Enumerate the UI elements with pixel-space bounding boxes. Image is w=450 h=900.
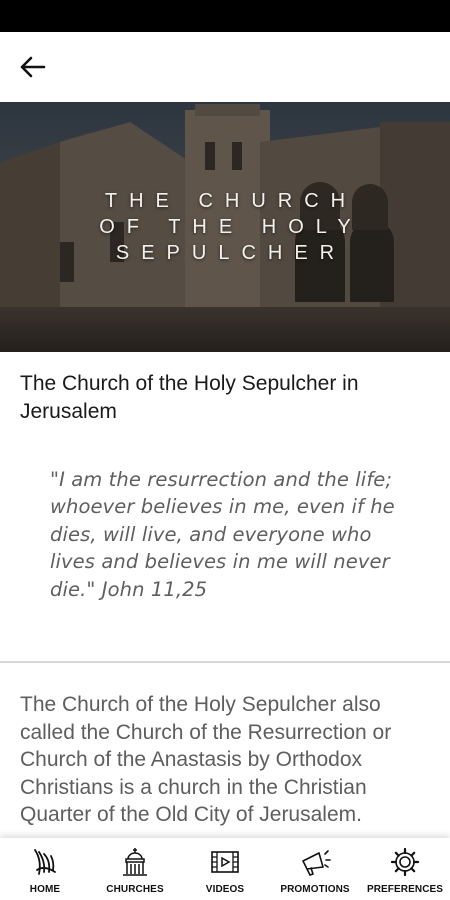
nav-item-preferences[interactable]: PREFERENCES [360,838,450,900]
bible-quote: "I am the resurrection and the life; who… [50,468,395,601]
nav-item-promotions[interactable]: PROMOTIONS [270,838,360,900]
hero-title: THE CHURCH OF THE HOLY SEPULCHER [99,190,363,264]
nav-label-preferences: PREFERENCES [366,884,444,895]
article-body: The Church of the Holy Sepulcher also ca… [20,693,392,827]
back-arrow-icon [20,56,46,78]
nav-label-promotions: PROMOTIONS [280,884,350,895]
divider [0,661,450,663]
page-title: The Church of the Holy Sepulcher in Jeru… [20,372,359,423]
nav-item-churches[interactable]: CHURCHES [90,838,180,900]
article-content[interactable]: The Church of the Holy Sepulcher in Jeru… [0,352,450,838]
video-icon [211,851,239,873]
gear-icon [390,847,420,877]
nav-item-videos[interactable]: VIDEOS [180,838,270,900]
app-bar [0,32,450,102]
home-icon [34,849,56,875]
nav-item-home[interactable]: HOME [0,838,90,900]
status-bar [0,0,450,32]
back-button[interactable] [18,54,48,80]
hero-banner: THE CHURCH OF THE HOLY SEPULCHER [0,102,450,352]
nav-label-home: HOME [29,884,61,895]
bottom-navigation: HOME CHURCHES VIDEOS PROMOTIONS PREFEREN… [0,838,450,900]
church-icon [123,848,147,876]
nav-label-videos: VIDEOS [205,884,245,895]
nav-label-churches: CHURCHES [106,884,164,895]
megaphone-icon [302,850,331,876]
